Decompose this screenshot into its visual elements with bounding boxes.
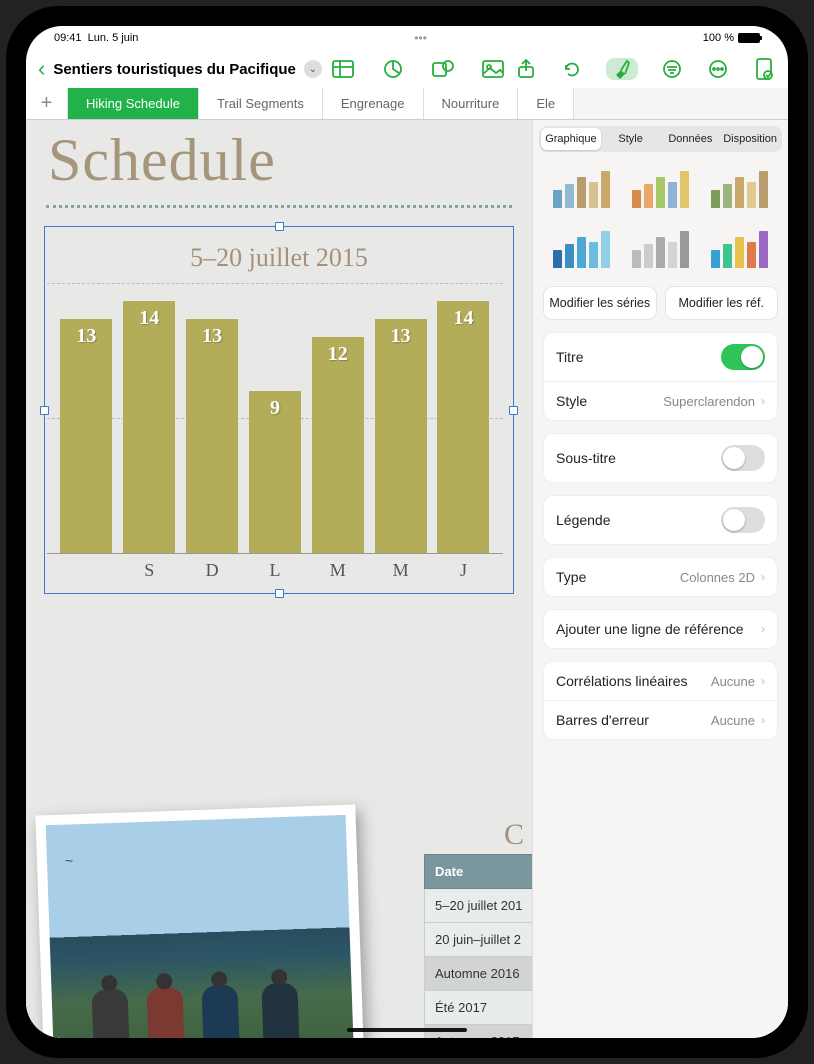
photo-card[interactable]: ~ xyxy=(35,804,364,1038)
insert-chart-icon[interactable] xyxy=(381,58,405,80)
table-row[interactable]: Été 2017 xyxy=(424,991,532,1025)
share-icon[interactable] xyxy=(514,58,538,80)
chart-x-label: J xyxy=(437,560,489,581)
table-row[interactable]: 5–20 juillet 201 xyxy=(424,889,532,923)
sheet-tab-engrenage[interactable]: Engrenage xyxy=(323,88,424,119)
chart-style-2[interactable] xyxy=(626,164,695,214)
chevron-right-icon: › xyxy=(761,622,765,636)
sheet-tab-ele[interactable]: Ele xyxy=(518,88,574,119)
back-button[interactable]: ‹ xyxy=(38,56,45,82)
chart-bar: 14 xyxy=(437,301,489,553)
photo-image: ~ xyxy=(46,815,355,1038)
style-row[interactable]: Style Superclarendon › xyxy=(544,382,777,420)
sheet-tabs: + Hiking Schedule Trail Segments Engrena… xyxy=(26,88,788,120)
tab-donnees[interactable]: Données xyxy=(661,128,721,150)
selection-handle[interactable] xyxy=(275,222,284,231)
undo-icon[interactable] xyxy=(560,58,584,80)
legende-toggle[interactable] xyxy=(721,507,765,533)
table-row[interactable]: Automne 2016 xyxy=(424,957,532,991)
chart-x-label: D xyxy=(186,560,238,581)
insert-table-icon[interactable] xyxy=(331,58,355,80)
chart-style-3[interactable] xyxy=(705,164,774,214)
add-reference-line-row[interactable]: Ajouter une ligne de référence › xyxy=(544,610,777,648)
chart-bar: 13 xyxy=(186,319,238,553)
chart-style-5[interactable] xyxy=(626,224,695,274)
sheet-tab-hiking-schedule[interactable]: Hiking Schedule xyxy=(68,88,199,119)
toolbar: ‹ Sentiers touristiques du Pacifique ⌄ xyxy=(26,50,788,88)
battery-percent: 100 % xyxy=(703,32,734,44)
status-bar: 09:41 Lun. 5 juin ••• 100 % xyxy=(26,26,788,50)
titre-label: Titre xyxy=(556,349,583,365)
sous-titre-toggle[interactable] xyxy=(721,445,765,471)
chart-style-6[interactable] xyxy=(705,224,774,274)
page-title: Schedule xyxy=(26,120,532,195)
error-bars-row[interactable]: Barres d'erreur Aucune › xyxy=(544,701,777,739)
correlations-label: Corrélations linéaires xyxy=(556,673,688,689)
titre-toggle[interactable] xyxy=(721,344,765,370)
chart-bar: 13 xyxy=(60,319,112,553)
chevron-right-icon: › xyxy=(761,394,765,408)
error-bars-value: Aucune xyxy=(711,713,755,728)
dates-table[interactable]: Date 5–20 juillet 20120 juin–juillet 2Au… xyxy=(424,854,532,1038)
chart-bar: 12 xyxy=(312,337,364,553)
chart-style-thumbnails xyxy=(533,160,788,286)
format-brush-icon[interactable] xyxy=(606,58,638,80)
add-sheet-button[interactable]: + xyxy=(26,88,68,119)
type-value: Colonnes 2D xyxy=(680,570,755,585)
tab-graphique[interactable]: Graphique xyxy=(541,128,601,150)
selected-chart[interactable]: 5–20 juillet 2015 1314139121314 SDLMMJ xyxy=(44,226,514,594)
status-date: Lun. 5 juin xyxy=(88,32,139,44)
document-settings-icon[interactable] xyxy=(752,58,776,80)
insert-media-icon[interactable] xyxy=(481,58,505,80)
spreadsheet-canvas[interactable]: Schedule 5–20 juillet 2015 1314139121314… xyxy=(26,120,532,1038)
inspector-tabs: Graphique Style Données Disposition xyxy=(539,126,782,152)
chevron-right-icon: › xyxy=(761,570,765,584)
format-inspector: Graphique Style Données Disposition Modi… xyxy=(532,120,788,1038)
insert-shape-icon[interactable] xyxy=(431,58,455,80)
style-font-label: Style xyxy=(556,393,587,409)
sheet-tab-nourriture[interactable]: Nourriture xyxy=(424,88,519,119)
battery-icon xyxy=(738,33,760,43)
table-row[interactable]: 20 juin–juillet 2 xyxy=(424,923,532,957)
chart-style-4[interactable] xyxy=(547,224,616,274)
selection-handle[interactable] xyxy=(509,406,518,415)
more-icon[interactable] xyxy=(706,58,730,80)
chevron-right-icon: › xyxy=(761,674,765,688)
table-header: Date xyxy=(424,854,532,889)
title-menu-chevron-icon[interactable]: ⌄ xyxy=(304,60,322,78)
edit-series-button[interactable]: Modifier les séries xyxy=(543,286,657,320)
chart-x-label: M xyxy=(312,560,364,581)
chart-plot-area: 1314139121314 SDLMMJ xyxy=(47,283,503,583)
correlations-value: Aucune xyxy=(711,674,755,689)
correlations-row[interactable]: Corrélations linéaires Aucune › xyxy=(544,662,777,701)
type-row[interactable]: Type Colonnes 2D › xyxy=(544,558,777,596)
status-time: 09:41 xyxy=(54,32,82,44)
chart-x-label: L xyxy=(249,560,301,581)
organize-icon[interactable] xyxy=(660,58,684,80)
chart-title: 5–20 juillet 2015 xyxy=(45,227,513,283)
selection-handle[interactable] xyxy=(275,589,284,598)
type-label: Type xyxy=(556,569,586,585)
edit-references-button[interactable]: Modifier les réf. xyxy=(665,286,779,320)
chart-bar: 9 xyxy=(249,391,301,553)
tab-disposition[interactable]: Disposition xyxy=(720,128,780,150)
sous-titre-label: Sous-titre xyxy=(556,450,616,466)
sheet-tab-trail-segments[interactable]: Trail Segments xyxy=(199,88,323,119)
document-title[interactable]: Sentiers touristiques du Pacifique xyxy=(53,61,296,78)
chart-bar: 13 xyxy=(375,319,427,553)
chevron-right-icon: › xyxy=(761,713,765,727)
text-fragment: C xyxy=(504,818,524,852)
chart-style-1[interactable] xyxy=(547,164,616,214)
divider xyxy=(46,205,512,208)
chart-x-label: S xyxy=(123,560,175,581)
chart-bar: 14 xyxy=(123,301,175,553)
legende-label: Légende xyxy=(556,512,611,528)
style-font-value: Superclarendon xyxy=(663,394,755,409)
error-bars-label: Barres d'erreur xyxy=(556,712,649,728)
tab-style[interactable]: Style xyxy=(601,128,661,150)
add-reference-line-label: Ajouter une ligne de référence xyxy=(556,621,744,637)
multitask-dots[interactable]: ••• xyxy=(414,31,427,45)
chart-x-label: M xyxy=(375,560,427,581)
home-indicator[interactable] xyxy=(347,1028,467,1032)
